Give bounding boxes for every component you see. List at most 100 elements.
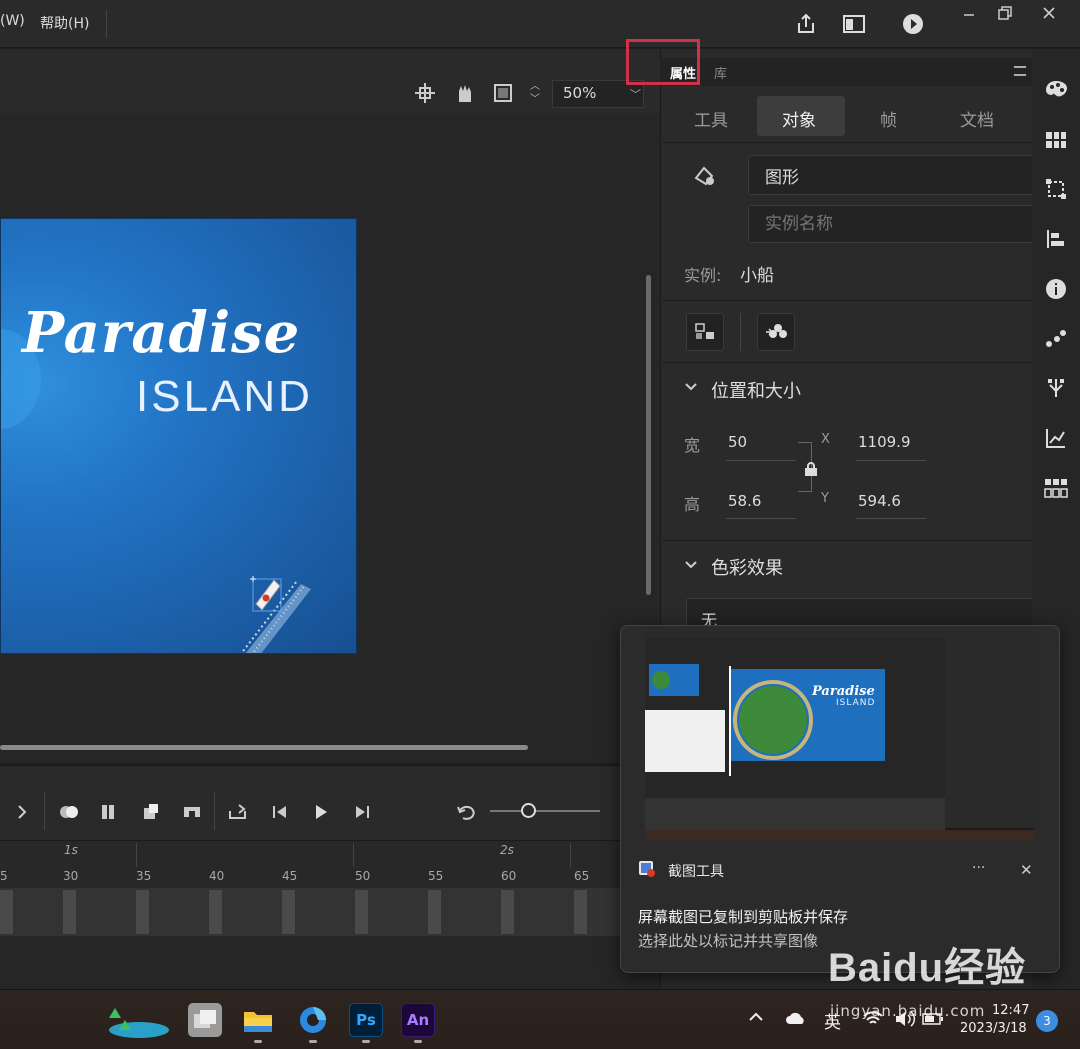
clip-canvas-icon[interactable] — [492, 82, 514, 104]
section-chevron-icon[interactable] — [684, 381, 698, 393]
subtab-frame[interactable]: 帧 — [880, 106, 897, 131]
rotate-hand-icon[interactable] — [452, 82, 476, 104]
screenshot-thumbnail[interactable] — [645, 630, 1035, 840]
snipping-tool-icon — [638, 860, 656, 878]
code-snippets-icon[interactable] — [1042, 474, 1070, 502]
swap-symbol-button[interactable] — [686, 313, 724, 351]
running-indicator — [309, 1040, 317, 1043]
height-label: 高 — [684, 495, 701, 514]
frame-number: 35 — [136, 869, 152, 883]
button-divider — [740, 313, 741, 351]
stage-horizontal-scrollbar[interactable] — [0, 745, 528, 750]
stage-vertical-scrollbar[interactable] — [646, 275, 651, 595]
insert-keyframe-icon[interactable] — [180, 800, 204, 824]
timeline-zoom-slider-thumb[interactable] — [521, 803, 536, 818]
test-movie-play-icon[interactable] — [899, 10, 927, 38]
share-icon[interactable] — [792, 10, 820, 38]
timeline-zoom-slider[interactable] — [490, 810, 600, 812]
menu-help[interactable]: 帮助(H) — [40, 13, 89, 33]
frame-cell[interactable] — [209, 890, 222, 934]
expand-chevron-icon[interactable] — [10, 800, 34, 824]
stage-canvas[interactable] — [0, 218, 357, 654]
symbol-type-select[interactable]: 图形 — [748, 155, 1038, 195]
notification-count-badge[interactable]: 3 — [1036, 1010, 1058, 1032]
frame-cell[interactable] — [282, 890, 295, 934]
instance-value[interactable]: 小船 — [740, 261, 774, 286]
motion-editor-icon[interactable] — [1042, 424, 1070, 452]
insert-frame-icon[interactable] — [139, 800, 163, 824]
recycle-bin-icon[interactable] — [95, 1000, 175, 1040]
section-chevron-icon[interactable] — [684, 559, 698, 571]
frame-cell[interactable] — [428, 890, 441, 934]
y-label: Y — [821, 491, 829, 506]
second-marker-2s: 2s — [500, 843, 514, 857]
tray-chevron-up-icon[interactable] — [748, 1011, 764, 1023]
restore-button[interactable] — [986, 2, 1024, 24]
align-icon[interactable] — [1042, 225, 1070, 253]
swatches-icon[interactable] — [1042, 126, 1070, 154]
subtab-tools[interactable]: 工具 — [694, 106, 728, 131]
menu-window[interactable]: (W) — [0, 13, 25, 29]
second-marker-1s: 1s — [64, 843, 78, 857]
step-back-icon[interactable] — [268, 800, 292, 824]
frame-cell[interactable] — [355, 890, 368, 934]
frame-number: 50 — [355, 869, 371, 883]
x-value[interactable]: 1109.9 — [858, 433, 911, 451]
motion-presets-icon[interactable] — [1042, 325, 1070, 353]
toast-message: 屏幕截图已复制到剪贴板并保存 — [638, 908, 849, 926]
frame-cell[interactable] — [136, 890, 149, 934]
frame-cell[interactable] — [63, 890, 76, 934]
undo-icon[interactable] — [455, 800, 479, 824]
clock-time[interactable]: 12:47 — [992, 1003, 1029, 1018]
baidu-watermark-url: jingyan.baidu.com — [830, 1002, 986, 1020]
zoom-stepper[interactable]: ︿ ﹀ — [530, 80, 540, 106]
panel-divider — [662, 300, 1032, 301]
lock-icon[interactable] — [803, 461, 819, 477]
onion-skin-icon[interactable] — [57, 800, 81, 824]
zoom-dropdown-chevron-icon[interactable]: ﹀ — [630, 86, 641, 102]
width-value[interactable]: 50 — [728, 433, 747, 451]
panel-layout-icon[interactable] — [840, 10, 868, 38]
frame-cell[interactable] — [574, 890, 587, 934]
color-effect-header[interactable]: 色彩效果 — [711, 554, 783, 580]
frame-cell[interactable] — [501, 890, 514, 934]
frame-cell[interactable] — [0, 890, 13, 934]
onedrive-cloud-icon[interactable] — [785, 1011, 807, 1025]
height-value[interactable]: 58.6 — [728, 492, 761, 510]
frame-number: 40 — [209, 869, 225, 883]
close-window-button[interactable] — [1030, 2, 1068, 24]
photoshop-icon[interactable]: Ps — [349, 1003, 383, 1037]
tab-library[interactable]: 库 — [714, 63, 727, 82]
subtab-document[interactable]: 文档 — [960, 106, 994, 131]
edit-symbol-button[interactable] — [757, 313, 795, 351]
transform-icon[interactable] — [1042, 175, 1070, 203]
toast-close-button[interactable]: ✕ — [1020, 861, 1033, 879]
snap-icon[interactable] — [414, 82, 436, 104]
browser-icon[interactable] — [296, 1003, 330, 1037]
stage-title-island: ISLAND — [136, 372, 313, 421]
minimize-button[interactable] — [950, 2, 988, 24]
position-size-header[interactable]: 位置和大小 — [711, 377, 801, 403]
info-icon[interactable] — [1042, 275, 1070, 303]
panel-menu-icon[interactable] — [1014, 66, 1026, 76]
components-icon[interactable] — [1042, 374, 1070, 402]
edit-multiple-frames-icon[interactable] — [98, 800, 122, 824]
toolbar-divider — [214, 792, 215, 830]
loop-icon[interactable] — [226, 800, 250, 824]
subtab-object[interactable]: 对象 — [782, 106, 816, 131]
toast-more-button[interactable]: ··· — [972, 860, 985, 876]
play-icon[interactable] — [309, 800, 333, 824]
panel-divider — [662, 362, 1032, 363]
stage-title-paradise: Paradise — [22, 300, 301, 366]
boat-symbol[interactable] — [250, 576, 284, 616]
instance-name-input[interactable] — [748, 205, 1038, 243]
task-view-icon[interactable] — [188, 1003, 222, 1037]
x-label: X — [821, 432, 830, 447]
timeline-frames[interactable] — [0, 888, 660, 936]
color-palette-icon[interactable] — [1042, 76, 1070, 104]
animate-icon[interactable]: An — [401, 1003, 435, 1037]
step-forward-icon[interactable] — [350, 800, 374, 824]
clock-date[interactable]: 2023/3/18 — [960, 1021, 1027, 1036]
y-value[interactable]: 594.6 — [858, 492, 901, 510]
file-explorer-icon[interactable] — [241, 1003, 275, 1037]
